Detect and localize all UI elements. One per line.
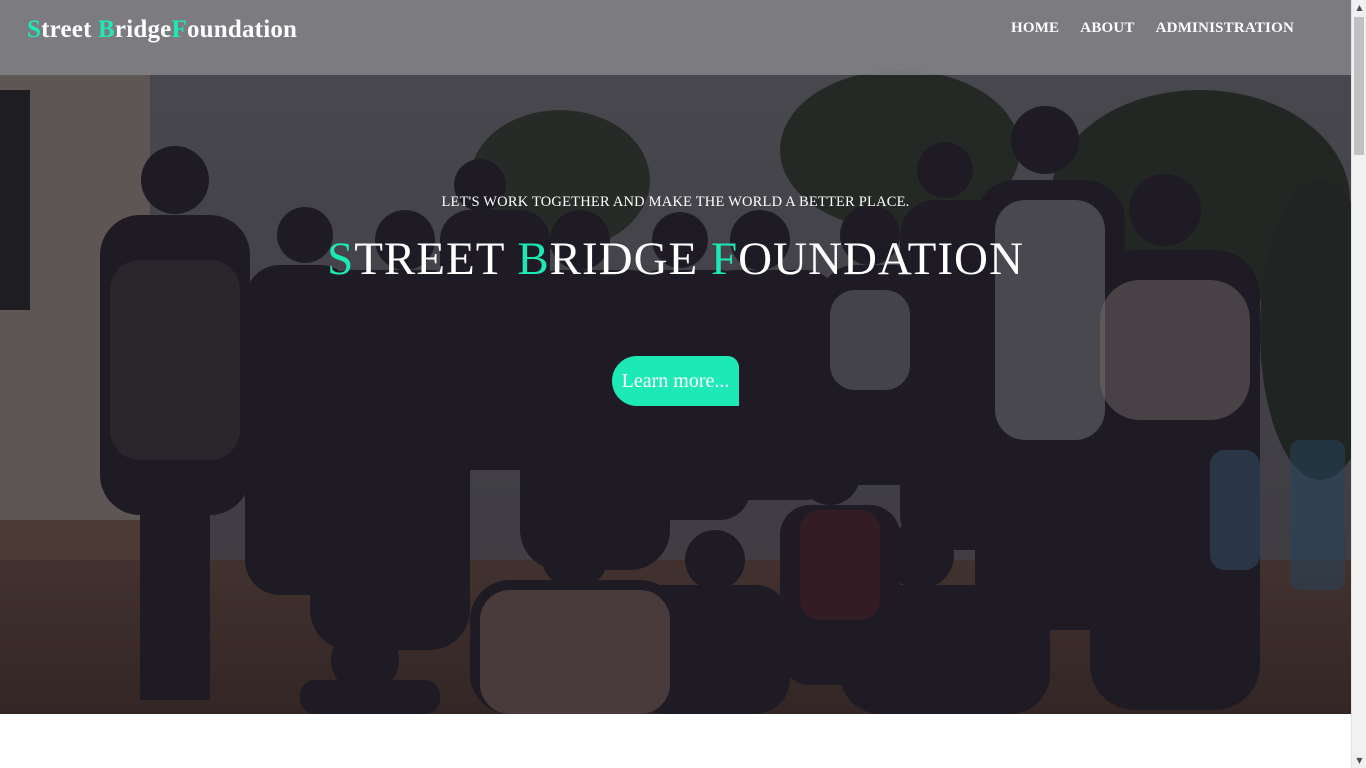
brand-word-street: treet [41,16,99,43]
hero-title-word-foundation: OUNDATION [738,233,1024,285]
page: LET'S WORK TOGETHER AND MAKE THE WORLD A… [0,0,1351,768]
brand-letter-f: F [171,16,187,43]
scrollbar-thumb[interactable] [1354,17,1364,155]
brand-letter-b: B [98,16,115,43]
hero-tagline: LET'S WORK TOGETHER AND MAKE THE WORLD A… [441,194,910,210]
vertical-scrollbar[interactable]: ▲ ▼ [1351,0,1366,768]
nav-link-administration[interactable]: ADMINISTRATION [1156,20,1294,37]
hero-title-word-street: TREET [354,233,518,285]
scroll-down-arrow-icon[interactable]: ▼ [1352,753,1366,768]
main-nav: HOME ABOUT ADMINISTRATION [1011,20,1294,37]
learn-more-button[interactable]: Learn more... [612,356,739,406]
brand-logo[interactable]: Street BridgeFoundation [27,16,297,44]
nav-link-about[interactable]: ABOUT [1080,20,1134,37]
brand-word-bridge: ridge [114,16,172,43]
hero-title-letter-b: B [517,233,550,285]
navbar: Street BridgeFoundation HOME ABOUT ADMIN… [0,0,1351,75]
brand-word-foundation: oundation [186,16,298,43]
hero-title-letter-s: S [327,233,355,285]
brand-letter-s: S [27,16,42,43]
hero-section: LET'S WORK TOGETHER AND MAKE THE WORLD A… [0,0,1351,714]
hero-title-word-bridge: RIDGE [549,233,712,285]
nav-link-home[interactable]: HOME [1011,20,1059,37]
hero-title-letter-f: F [711,233,739,285]
scroll-up-arrow-icon[interactable]: ▲ [1352,0,1366,15]
hero-title: STREET BRIDGE FOUNDATION [0,232,1351,286]
